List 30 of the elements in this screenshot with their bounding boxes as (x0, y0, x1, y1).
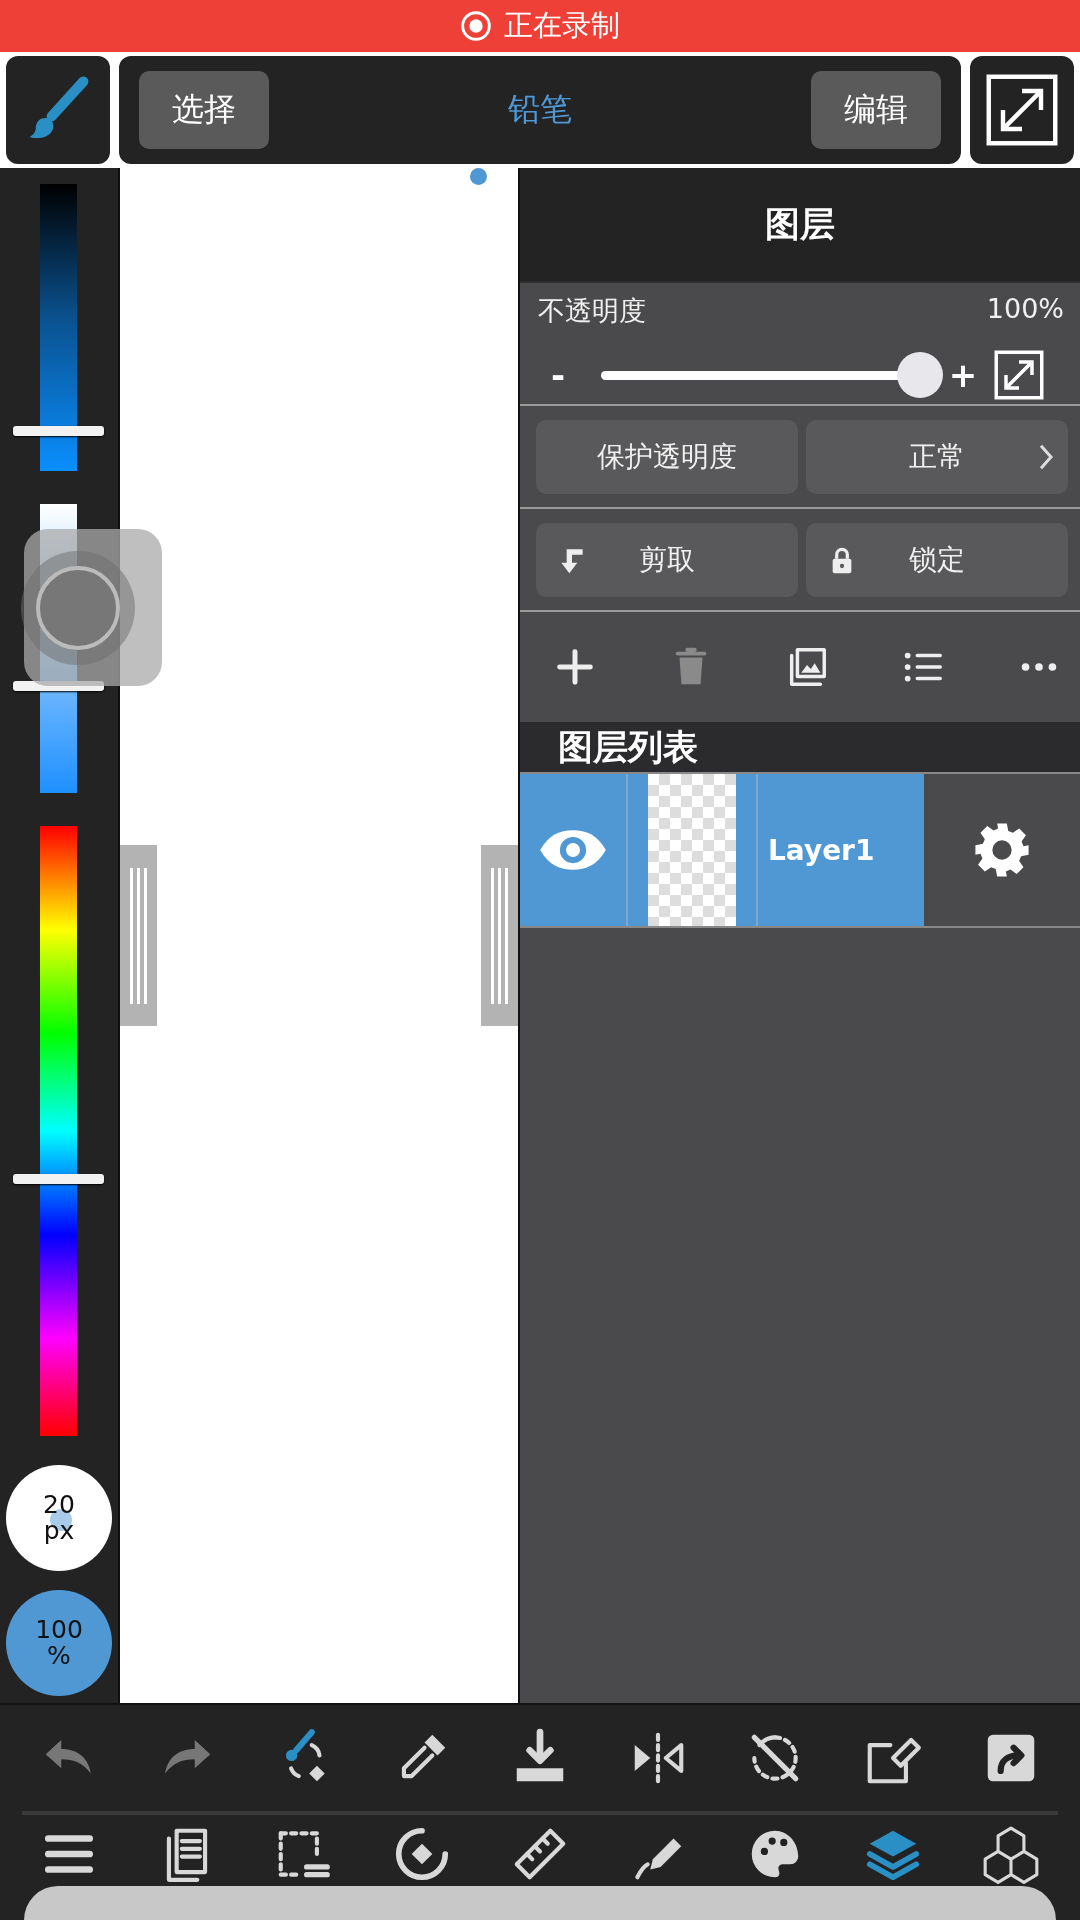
blend-mode-button[interactable]: 正常 (806, 419, 1068, 494)
increase-button[interactable]: + (943, 355, 983, 395)
lock-button[interactable]: 锁定 (806, 522, 1068, 597)
expand-icon[interactable] (993, 349, 1045, 401)
recording-label: 正在录制 (504, 7, 620, 44)
edit-button[interactable]: 编辑 (811, 71, 941, 149)
canvas-handle[interactable] (120, 845, 157, 1026)
brush-size-button[interactable]: 20 px (6, 1465, 112, 1571)
slider-thumb[interactable] (12, 1174, 104, 1185)
tool-name: 铅笔 (508, 89, 572, 130)
opacity-value: 100% (986, 293, 1064, 326)
layer-name: Layer1 (767, 832, 876, 869)
panel-title: 图层 (765, 203, 835, 246)
clip-button[interactable]: 剪取 (536, 522, 798, 597)
opacity-label: 不透明度 (538, 294, 646, 328)
expand-icon (984, 72, 1060, 148)
brush-button[interactable] (6, 56, 110, 164)
decrease-button[interactable]: - (538, 355, 578, 395)
record-icon (460, 10, 492, 42)
protect-alpha-button[interactable]: 保护透明度 (536, 419, 798, 494)
eye-icon[interactable] (538, 828, 608, 872)
fullscreen-button[interactable] (970, 56, 1074, 164)
brush-opacity-button[interactable]: 100 % (6, 1590, 112, 1696)
slider-thumb[interactable] (12, 425, 104, 436)
layer-list-title: 图层列表 (558, 725, 698, 769)
slider-thumb[interactable] (897, 352, 943, 398)
select-button[interactable]: 选择 (139, 71, 269, 149)
settings-icon[interactable] (973, 821, 1031, 879)
page-dot (470, 168, 487, 185)
canvas-handle[interactable] (481, 845, 518, 1026)
